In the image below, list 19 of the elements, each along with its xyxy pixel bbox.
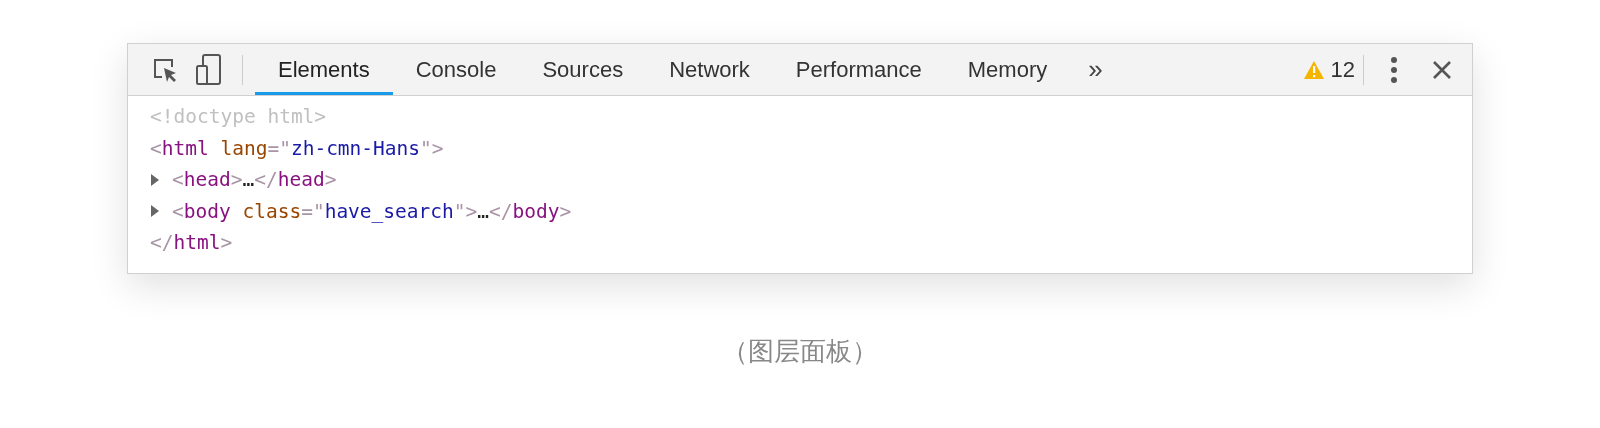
close-icon [1432, 59, 1452, 80]
panel-tab[interactable]: Network [646, 44, 773, 95]
panel-tab[interactable]: Console [392, 44, 520, 95]
caption: （图层面板） [722, 334, 878, 368]
panel-tab[interactable]: Memory [944, 44, 1071, 95]
panel-tab[interactable]: Sources [519, 44, 647, 95]
expand-arrow-icon[interactable] [150, 173, 160, 186]
panel-tab[interactable]: Performance [772, 44, 945, 95]
panel-tab[interactable]: Elements [255, 44, 393, 95]
warning-icon [1302, 59, 1325, 80]
device-icon[interactable] [194, 52, 224, 87]
dom-node-line[interactable]: </html> [150, 231, 233, 255]
dom-node-line[interactable]: <body class="have_search">…</body> [172, 199, 572, 223]
kebab-menu-icon [1390, 55, 1398, 84]
dom-node-line[interactable]: <head>…</head> [172, 168, 337, 192]
warnings-button[interactable]: 12 [1302, 56, 1363, 83]
expand-arrow-icon[interactable] [150, 205, 160, 218]
dom-node-line[interactable]: <html lang="zh-cmn-Hans"> [150, 136, 444, 160]
more-tabs-button[interactable]: » [1078, 54, 1113, 85]
